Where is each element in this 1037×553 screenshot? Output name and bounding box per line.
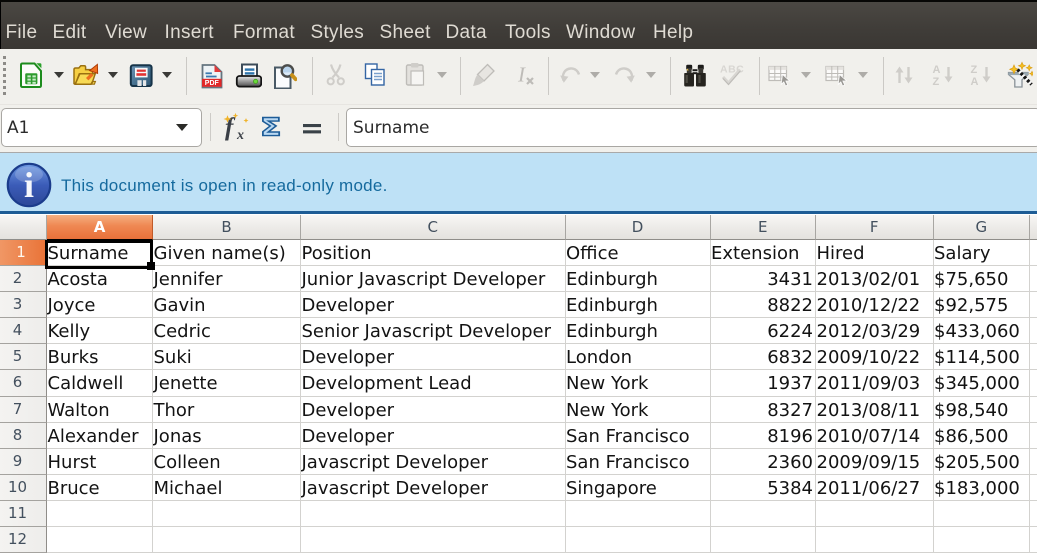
svg-text:PDF: PDF (205, 80, 220, 87)
svg-text:x: x (236, 128, 244, 142)
svg-text:ABC: ABC (720, 64, 744, 76)
svg-text:I: I (517, 63, 526, 87)
svg-text:Z: Z (971, 64, 978, 76)
svg-text:A: A (971, 76, 979, 88)
svg-text:A: A (933, 64, 941, 76)
svg-text:Z: Z (933, 76, 940, 88)
svg-text:Σ: Σ (260, 115, 282, 141)
svg-text:i: i (24, 165, 34, 205)
